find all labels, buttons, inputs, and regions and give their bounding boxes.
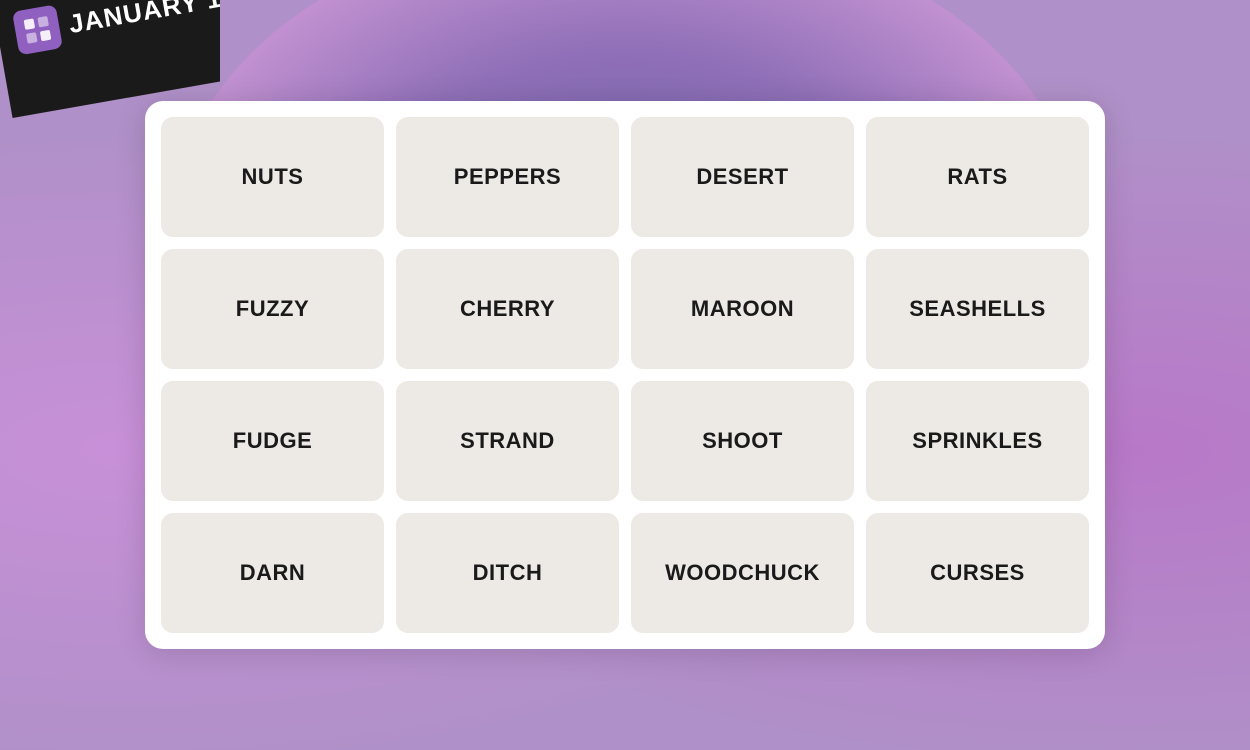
word-label: FUZZY [236, 296, 309, 322]
word-label: SEASHELLS [909, 296, 1046, 322]
game-board: NUTS PEPPERS DESERT RATS FUZZY CHERRY MAROON SE… [145, 101, 1105, 649]
word-label: MAROON [691, 296, 794, 322]
word-card[interactable]: SHOOT [631, 381, 854, 501]
word-card[interactable]: DITCH [396, 513, 619, 633]
word-label: CURSES [930, 560, 1025, 586]
word-label: SPRINKLES [912, 428, 1042, 454]
word-label: PEPPERS [454, 164, 561, 190]
word-card[interactable]: WOODCHUCK [631, 513, 854, 633]
word-label: DESERT [696, 164, 788, 190]
app-icon [12, 4, 63, 55]
word-label: FUDGE [233, 428, 313, 454]
word-card[interactable]: PEPPERS [396, 117, 619, 237]
word-card[interactable]: SPRINKLES [866, 381, 1089, 501]
word-card[interactable]: DESERT [631, 117, 854, 237]
date-banner: JANUARY 19 [0, 0, 220, 120]
word-label: WOODCHUCK [665, 560, 820, 586]
word-card[interactable]: FUZZY [161, 249, 384, 369]
word-label: STRAND [460, 428, 555, 454]
word-card[interactable]: SEASHELLS [866, 249, 1089, 369]
word-card[interactable]: DARN [161, 513, 384, 633]
word-grid: NUTS PEPPERS DESERT RATS FUZZY CHERRY MAROON SE… [161, 117, 1089, 633]
word-label: NUTS [242, 164, 304, 190]
word-card[interactable]: STRAND [396, 381, 619, 501]
word-card[interactable]: RATS [866, 117, 1089, 237]
word-label: DITCH [473, 560, 543, 586]
word-card[interactable]: NUTS [161, 117, 384, 237]
word-card[interactable]: CHERRY [396, 249, 619, 369]
word-label: CHERRY [460, 296, 555, 322]
word-card[interactable]: CURSES [866, 513, 1089, 633]
word-label: RATS [947, 164, 1007, 190]
word-card[interactable]: MAROON [631, 249, 854, 369]
word-label: SHOOT [702, 428, 783, 454]
word-label: DARN [240, 560, 306, 586]
word-card[interactable]: FUDGE [161, 381, 384, 501]
